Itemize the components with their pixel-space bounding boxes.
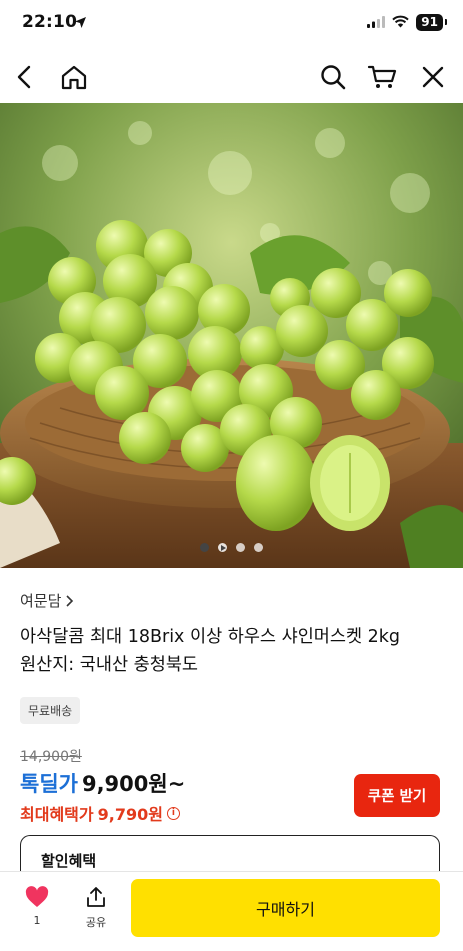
max-benefit-value: 9,790원 bbox=[97, 805, 163, 824]
deal-price-label: 톡딜가 bbox=[20, 772, 78, 796]
info-icon[interactable]: i bbox=[166, 806, 180, 820]
share-label: 공유 bbox=[85, 916, 107, 929]
nav-bar bbox=[0, 50, 463, 102]
heart-icon bbox=[25, 886, 49, 907]
grapes-product-image bbox=[0, 103, 463, 568]
close-icon bbox=[422, 66, 444, 88]
close-button[interactable] bbox=[418, 62, 448, 92]
play-icon[interactable] bbox=[218, 543, 227, 552]
product-title: 아삭달콤 최대 18Brix 이상 하우스 샤인머스켓 2kg 원산지: 국내산… bbox=[20, 623, 443, 679]
carousel-indicator bbox=[0, 543, 463, 552]
chevron-right-icon bbox=[66, 594, 74, 607]
back-button[interactable] bbox=[10, 62, 40, 92]
like-button[interactable]: 1 bbox=[15, 886, 59, 927]
max-benefit-label: 최대혜택가 bbox=[20, 805, 94, 824]
carousel-dot-active[interactable] bbox=[200, 543, 209, 552]
brand-name: 여문담 bbox=[20, 592, 62, 610]
battery-icon: 91 bbox=[416, 14, 447, 31]
share-button[interactable]: 공유 bbox=[74, 886, 118, 930]
carousel-dot[interactable] bbox=[254, 543, 263, 552]
signal-icon bbox=[367, 13, 386, 32]
home-button[interactable] bbox=[59, 62, 89, 92]
location-arrow-icon bbox=[74, 14, 87, 33]
search-icon bbox=[321, 65, 346, 90]
brand-link[interactable]: 여문담 bbox=[20, 590, 443, 611]
status-time: 22:10 bbox=[22, 12, 78, 32]
buy-button[interactable]: 구매하기 bbox=[131, 879, 440, 937]
status-indicators: 91 bbox=[367, 13, 447, 32]
home-icon bbox=[61, 65, 87, 90]
original-price: 14,900원 bbox=[20, 749, 82, 765]
cart-icon bbox=[367, 65, 397, 88]
wifi-icon bbox=[392, 13, 409, 32]
bottom-action-bar: 1 공유 구매하기 bbox=[0, 871, 463, 951]
carousel-dot[interactable] bbox=[236, 543, 245, 552]
share-icon bbox=[87, 887, 105, 907]
back-icon bbox=[17, 65, 31, 89]
deal-price-value: 9,900원~ bbox=[81, 772, 186, 796]
product-title-line2: 원산지: 국내산 충청북도 bbox=[20, 655, 199, 675]
search-button[interactable] bbox=[318, 62, 348, 92]
status-bar: 22:10 91 bbox=[0, 0, 463, 46]
free-shipping-badge: 무료배송 bbox=[20, 697, 81, 724]
product-title-line1: 아삭달콤 최대 18Brix 이상 하우스 샤인머스켓 2kg bbox=[20, 627, 401, 647]
product-image-carousel[interactable] bbox=[0, 103, 463, 568]
like-count: 1 bbox=[33, 914, 41, 927]
cart-button[interactable] bbox=[367, 62, 397, 92]
coupon-button[interactable]: 쿠폰 받기 bbox=[354, 774, 440, 817]
discount-section-title: 할인혜택 bbox=[41, 852, 97, 870]
